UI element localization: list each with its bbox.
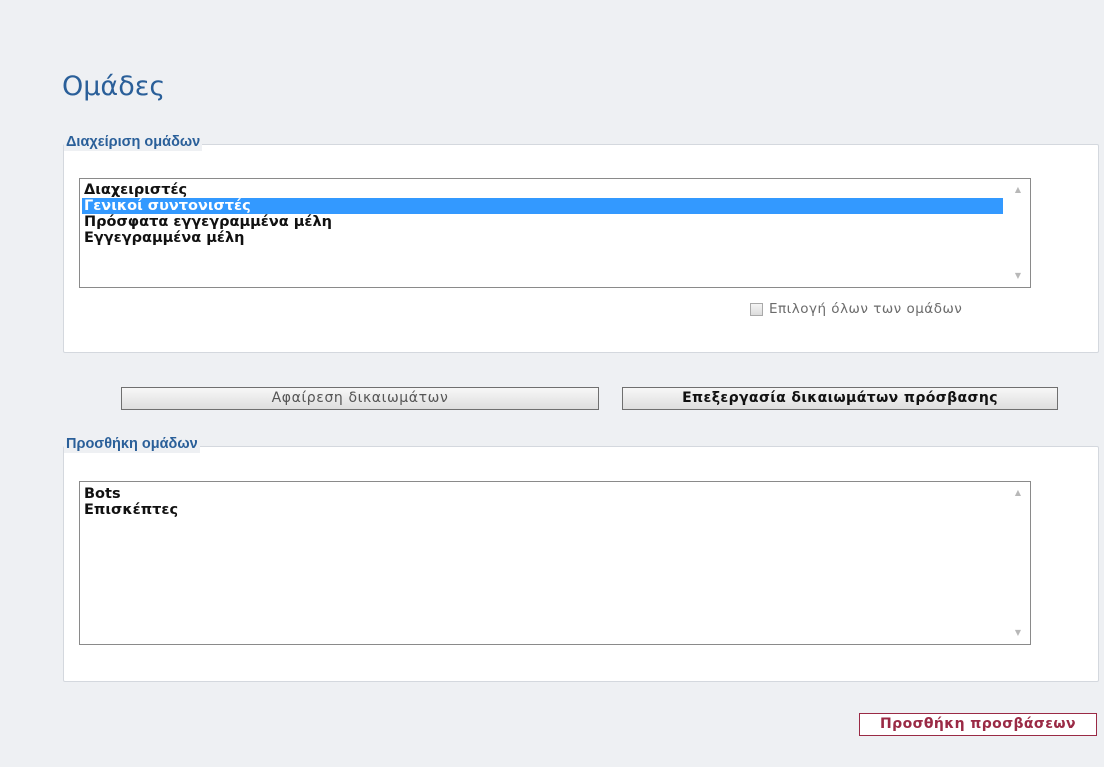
scroll-down-arrow-icon[interactable]: ▼ (1006, 628, 1030, 638)
manage-groups-scrollbar[interactable]: ▲ ▼ (1006, 179, 1030, 287)
cropped-top-text (0, 0, 1104, 18)
group-option-global-moderators[interactable]: Γενικοί συντονιστές (82, 198, 1003, 214)
scroll-up-arrow-icon[interactable]: ▲ (1006, 488, 1030, 498)
add-groups-legend: Προσθήκη ομάδων (64, 435, 200, 453)
group-option-registered-users[interactable]: Εγγεγραμμένα μέλη (82, 230, 1003, 246)
edit-access-permissions-button[interactable]: Επεξεργασία δικαιωμάτων πρόσβασης (622, 387, 1058, 410)
group-option-guests[interactable]: Επισκέπτες (82, 502, 1003, 518)
add-groups-listbox[interactable]: Bots Επισκέπτες ▲ ▼ (79, 481, 1031, 645)
group-option-newly-registered[interactable]: Πρόσφατα εγγεγραμμένα μέλη (82, 214, 1003, 230)
scroll-down-arrow-icon[interactable]: ▼ (1006, 271, 1030, 281)
add-groups-scrollbar[interactable]: ▲ ▼ (1006, 482, 1030, 644)
group-option-bots[interactable]: Bots (82, 486, 1003, 502)
scroll-up-arrow-icon[interactable]: ▲ (1006, 185, 1030, 195)
select-all-groups-row[interactable]: Επιλογή όλων των ομάδων (750, 301, 962, 317)
add-groups-options: Bots Επισκέπτες (82, 486, 1003, 518)
manage-groups-listbox[interactable]: Διαχειριστές Γενικοί συντονιστές Πρόσφατ… (79, 178, 1031, 288)
manage-groups-legend: Διαχείριση ομάδων (64, 133, 203, 151)
select-all-label: Επιλογή όλων των ομάδων (769, 301, 963, 317)
page-title: Ομάδες (62, 71, 166, 102)
remove-permissions-button[interactable]: Αφαίρεση δικαιωμάτων (121, 387, 599, 410)
add-permissions-button[interactable]: Προσθήκη προσβάσεων (859, 713, 1097, 736)
select-all-checkbox[interactable] (750, 302, 763, 316)
group-option-administrators[interactable]: Διαχειριστές (82, 182, 1003, 198)
manage-groups-options: Διαχειριστές Γενικοί συντονιστές Πρόσφατ… (82, 182, 1003, 246)
